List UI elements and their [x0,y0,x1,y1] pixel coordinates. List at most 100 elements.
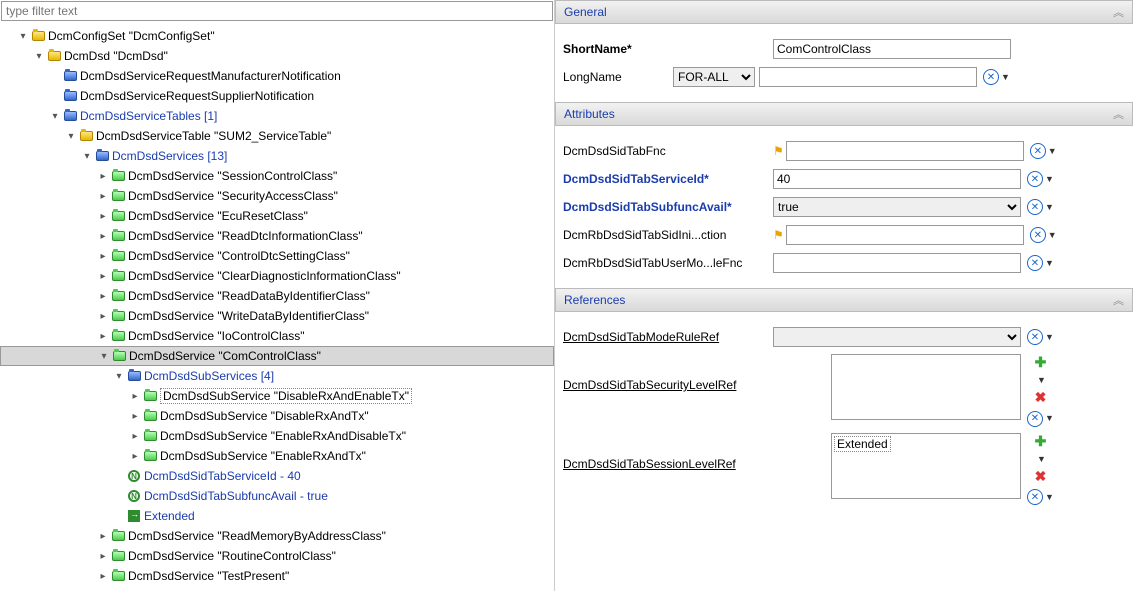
twisty-icon[interactable]: ▸ [96,551,110,562]
twisty-icon[interactable]: ▸ [96,531,110,542]
tree-item[interactable]: ▸DcmDsdService "SessionControlClass" [0,166,554,186]
tree-item[interactable]: ▸DcmDsdService "ReadMemoryByAddressClass… [0,526,554,546]
dropdown-icon[interactable]: ▼ [1048,230,1057,240]
twisty-icon[interactable]: ▾ [48,111,62,122]
dropdown-icon[interactable]: ▼ [1001,72,1010,82]
dropdown-icon[interactable]: ▼ [1045,202,1054,212]
twisty-icon[interactable]: ▾ [112,371,126,382]
clear-icon[interactable]: ✕ [1027,199,1043,215]
dropdown-icon[interactable]: ▼ [1045,174,1054,184]
twisty-icon[interactable]: ▸ [96,571,110,582]
tree-item[interactable]: ▸DcmDsdService "WriteDataByIdentifierCla… [0,306,554,326]
twisty-icon[interactable]: ▾ [64,131,78,142]
filter-input[interactable] [6,4,548,18]
dropdown-icon[interactable]: ▼ [1045,258,1054,268]
twisty-icon[interactable]: ▸ [128,431,142,442]
ref-listbox[interactable] [831,354,1021,420]
tree-item[interactable]: DcmDsdServiceRequestManufacturerNotifica… [0,66,554,86]
attr-input[interactable] [786,225,1024,245]
folder-icon [112,291,125,301]
twisty-icon[interactable]: ▸ [128,411,142,422]
twisty-icon[interactable]: ▸ [128,451,142,462]
tree[interactable]: ▾DcmConfigSet "DcmConfigSet" ▾DcmDsd "Dc… [0,22,554,591]
dropdown-icon[interactable]: ▼ [1037,375,1046,385]
twisty-icon[interactable]: ▾ [97,351,111,362]
tree-item[interactable]: ▸DcmDsdService "TestPresent" [0,566,554,586]
tree-item[interactable]: ▸DcmDsdSubService "DisableRxAndTx" [0,406,554,426]
clear-icon[interactable]: ✕ [1027,255,1043,271]
tree-item[interactable]: ▸DcmDsdSubService "EnableRxAndDisableTx" [0,426,554,446]
tree-item[interactable]: ▸DcmDsdService "ClearDiagnosticInformati… [0,266,554,286]
twisty-icon[interactable]: ▾ [80,151,94,162]
tree-item[interactable]: ▸DcmDsdService "IoControlClass" [0,326,554,346]
twisty-icon[interactable]: ▸ [96,311,110,322]
attr-input[interactable] [773,169,1021,189]
clear-icon[interactable]: ✕ [1027,411,1043,427]
tree-item-selected[interactable]: ▾DcmDsdService "ComControlClass" [0,346,554,366]
tree-item[interactable]: DcmDsdServiceRequestSupplierNotification [0,86,554,106]
tree-item[interactable]: Extended [0,506,554,526]
dropdown-icon[interactable]: ▼ [1037,454,1046,464]
tree-item[interactable]: ▾DcmDsd "DcmDsd" [0,46,554,66]
attr-input[interactable] [773,253,1021,273]
collapse-icon[interactable]: ︽ [1113,4,1124,20]
ref-select[interactable] [773,327,1021,347]
collapse-icon[interactable]: ︽ [1113,292,1124,308]
tree-item[interactable]: ▸DcmDsdService "ReadDtcInformationClass" [0,226,554,246]
dropdown-icon[interactable]: ▼ [1048,146,1057,156]
twisty-icon[interactable]: ▾ [32,51,46,62]
tree-item[interactable]: ▾DcmConfigSet "DcmConfigSet" [0,26,554,46]
tree-item[interactable]: ▾DcmDsdServiceTables [1] [0,106,554,126]
twisty-icon[interactable]: ▸ [96,271,110,282]
twisty-icon[interactable]: ▸ [96,331,110,342]
section-header-general[interactable]: General︽ [555,0,1133,24]
tree-item[interactable]: ▸DcmDsdService "ReadDataByIdentifierClas… [0,286,554,306]
tree-item[interactable]: ▸DcmDsdSubService "EnableRxAndTx" [0,446,554,466]
longname-input[interactable] [759,67,977,87]
twisty-icon[interactable]: ▸ [96,231,110,242]
tree-item[interactable]: ▸DcmDsdSubService "DisableRxAndEnableTx" [0,386,554,406]
twisty-icon[interactable]: ▸ [96,291,110,302]
twisty-icon[interactable]: ▸ [96,191,110,202]
delete-icon[interactable]: ✖ [1035,389,1047,406]
tree-item[interactable]: ▸DcmDsdService "ControlDtcSettingClass" [0,246,554,266]
ref-label[interactable]: DcmDsdSidTabModeRuleRef [563,330,773,344]
twisty-icon[interactable]: ▸ [96,251,110,262]
clear-icon[interactable]: ✕ [983,69,999,85]
delete-icon[interactable]: ✖ [1035,468,1047,485]
attr-select[interactable]: true [773,197,1021,217]
tree-item[interactable]: ▸DcmDsdService "RoutineControlClass" [0,546,554,566]
twisty-icon[interactable]: ▸ [96,171,110,182]
ref-label[interactable]: DcmDsdSidTabSessionLevelRef [563,433,773,471]
clear-icon[interactable]: ✕ [1027,489,1043,505]
clear-icon[interactable]: ✕ [1027,329,1043,345]
tree-item[interactable]: ▾DcmDsdServices [13] [0,146,554,166]
dropdown-icon[interactable]: ▼ [1045,413,1054,423]
folder-icon [112,251,125,261]
clear-icon[interactable]: ✕ [1030,227,1046,243]
ref-label[interactable]: DcmDsdSidTabSecurityLevelRef [563,354,773,392]
tree-item[interactable]: NDcmDsdSidTabSubfuncAvail - true [0,486,554,506]
shortname-input[interactable] [773,39,1011,59]
longname-lang-select[interactable]: FOR-ALL [673,67,755,87]
add-icon[interactable]: ✚ [1035,433,1047,450]
attr-input[interactable] [786,141,1024,161]
tree-item[interactable]: ▸DcmDsdService "SecurityAccessClass" [0,186,554,206]
ref-listbox[interactable]: Extended [831,433,1021,499]
tree-item[interactable]: ▾DcmDsdServiceTable "SUM2_ServiceTable" [0,126,554,146]
section-header-references[interactable]: References︽ [555,288,1133,312]
tree-item[interactable]: NDcmDsdSidTabServiceId - 40 [0,466,554,486]
section-header-attributes[interactable]: Attributes︽ [555,102,1133,126]
clear-icon[interactable]: ✕ [1027,171,1043,187]
clear-icon[interactable]: ✕ [1030,143,1046,159]
dropdown-icon[interactable]: ▼ [1045,332,1054,342]
dropdown-icon[interactable]: ▼ [1045,492,1054,502]
tree-item[interactable]: ▾DcmDsdSubServices [4] [0,366,554,386]
collapse-icon[interactable]: ︽ [1113,106,1124,122]
tree-item[interactable]: ▸DcmDsdService "EcuResetClass" [0,206,554,226]
list-item[interactable]: Extended [834,436,891,452]
add-icon[interactable]: ✚ [1035,354,1047,371]
twisty-icon[interactable]: ▸ [96,211,110,222]
twisty-icon[interactable]: ▸ [128,391,142,402]
twisty-icon[interactable]: ▾ [16,31,30,42]
